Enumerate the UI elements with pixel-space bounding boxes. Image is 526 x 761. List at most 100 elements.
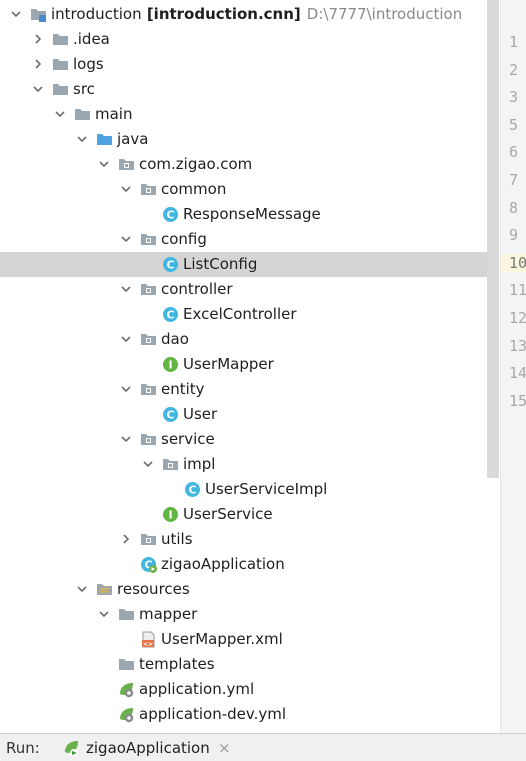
tree-item[interactable]: application.yml [0, 677, 487, 702]
tree-item[interactable]: C UserServiceImpl [0, 477, 487, 502]
tree-item[interactable]: CzigaoApplication [0, 552, 487, 577]
tree-item-label: introduction [51, 5, 142, 23]
run-label: Run: [6, 739, 40, 757]
chevron-down-icon[interactable] [31, 82, 45, 96]
folder-icon [75, 109, 90, 120]
package-icon [141, 334, 156, 345]
close-icon[interactable]: × [218, 739, 231, 757]
line-number: 12 [509, 309, 526, 327]
project-tree: introduction [introduction.cnn] D:\7777\i… [0, 0, 487, 733]
package-icon [141, 434, 156, 445]
tree-item[interactable]: <> UserMapper.xml [0, 627, 487, 652]
tree-item[interactable]: C ResponseMessage [0, 202, 487, 227]
tree-item[interactable]: C ExcelController [0, 302, 487, 327]
chevron-down-icon[interactable] [75, 132, 89, 146]
tree-item[interactable]: src [0, 77, 487, 102]
tree-item-label: common [161, 180, 227, 198]
tree-item[interactable]: controller [0, 277, 487, 302]
tree-item-label: java [117, 130, 149, 148]
chevron-down-icon[interactable] [119, 332, 133, 346]
run-tab-label: zigaoApplication [86, 739, 210, 757]
tree-item[interactable]: mapper [0, 602, 487, 627]
spring-boot-run-icon [65, 741, 78, 757]
line-number: 7 [509, 171, 519, 189]
chevron-down-icon[interactable] [97, 607, 111, 621]
tree-item[interactable]: service [0, 427, 487, 452]
tree-item[interactable]: common [0, 177, 487, 202]
line-number: 9 [509, 226, 519, 245]
run-tool-bar: Run: zigaoApplication × [0, 733, 526, 761]
module-path: D:\7777\introduction [306, 5, 463, 23]
chevron-down-icon[interactable] [141, 457, 155, 471]
package-icon [119, 159, 134, 170]
tree-item[interactable]: utils [0, 527, 487, 552]
tree-item[interactable]: resources [0, 577, 487, 602]
interface-icon: I [163, 357, 178, 372]
tree-item-label: src [73, 80, 95, 98]
class-icon: C [163, 407, 178, 422]
tree-item[interactable]: java [0, 127, 487, 152]
tree-item[interactable]: I UserMapper [0, 352, 487, 377]
vertical-scrollbar[interactable] [487, 0, 499, 478]
tree-item-label: application.yml [139, 680, 255, 698]
chevron-down-icon[interactable] [119, 282, 133, 296]
tree-item-label: ExcelController [183, 305, 297, 323]
chevron-down-icon[interactable] [119, 432, 133, 446]
package-icon [163, 459, 178, 470]
tree-item[interactable]: logs [0, 52, 487, 77]
tree-item-label: User [183, 405, 218, 423]
spring-config-icon [120, 708, 134, 723]
tree-item-label: logs [73, 55, 104, 73]
tree-item[interactable]: application-dev.yml [0, 702, 487, 727]
tree-item[interactable]: com.zigao.com [0, 152, 487, 177]
line-number: 3 [509, 88, 519, 107]
tree-item-label: UserMapper.xml [161, 630, 283, 648]
chevron-right-icon[interactable] [31, 32, 45, 46]
tree-item-label: UserServiceImpl [205, 480, 328, 498]
line-number: 8 [509, 198, 519, 217]
chevron-right-icon[interactable] [119, 532, 133, 546]
folder-icon [119, 609, 134, 620]
chevron-down-icon[interactable] [9, 7, 23, 21]
package-icon [141, 534, 156, 545]
tree-item-label: ListConfig [183, 255, 258, 273]
class-icon: C [163, 257, 178, 272]
svg-text:I: I [168, 359, 172, 372]
svg-text:C: C [166, 409, 174, 422]
line-number: 6 [509, 143, 519, 162]
tree-item[interactable]: .idea [0, 27, 487, 52]
chevron-right-icon[interactable] [31, 57, 45, 71]
tree-item[interactable]: C User [0, 402, 487, 427]
resources-folder-icon [97, 584, 112, 595]
module-name: [introduction.cnn] [141, 5, 301, 23]
svg-text:C: C [188, 484, 196, 497]
chevron-down-icon[interactable] [119, 232, 133, 246]
tree-item[interactable]: dao [0, 327, 487, 352]
tree-item[interactable]: introduction [introduction.cnn] D:\7777\i… [0, 2, 487, 27]
tree-item-label: application-dev.yml [139, 705, 287, 723]
svg-text:C: C [166, 259, 174, 272]
chevron-down-icon[interactable] [119, 382, 133, 396]
class-icon: C [185, 482, 200, 497]
tree-item-label: impl [183, 455, 216, 473]
chevron-down-icon[interactable] [53, 107, 67, 121]
tree-item[interactable]: templates [0, 652, 487, 677]
tree-item[interactable]: I UserService [0, 502, 487, 527]
tree-item[interactable]: impl [0, 452, 487, 477]
module-folder-icon [31, 9, 46, 22]
tree-item-label: zigaoApplication [161, 555, 285, 573]
spring-config-icon [120, 683, 134, 698]
tree-item[interactable]: config [0, 227, 487, 252]
tree-item[interactable]: C ListConfig [0, 252, 487, 277]
chevron-down-icon[interactable] [119, 182, 133, 196]
source-folder-icon [97, 134, 112, 145]
package-icon [141, 234, 156, 245]
tree-item-label: config [161, 230, 207, 248]
svg-text:C: C [166, 309, 174, 322]
line-number: 5 [509, 115, 519, 134]
tree-item[interactable]: entity [0, 377, 487, 402]
chevron-down-icon[interactable] [75, 582, 89, 596]
chevron-down-icon[interactable] [97, 157, 111, 171]
svg-text:I: I [168, 509, 172, 522]
tree-item[interactable]: main [0, 102, 487, 127]
